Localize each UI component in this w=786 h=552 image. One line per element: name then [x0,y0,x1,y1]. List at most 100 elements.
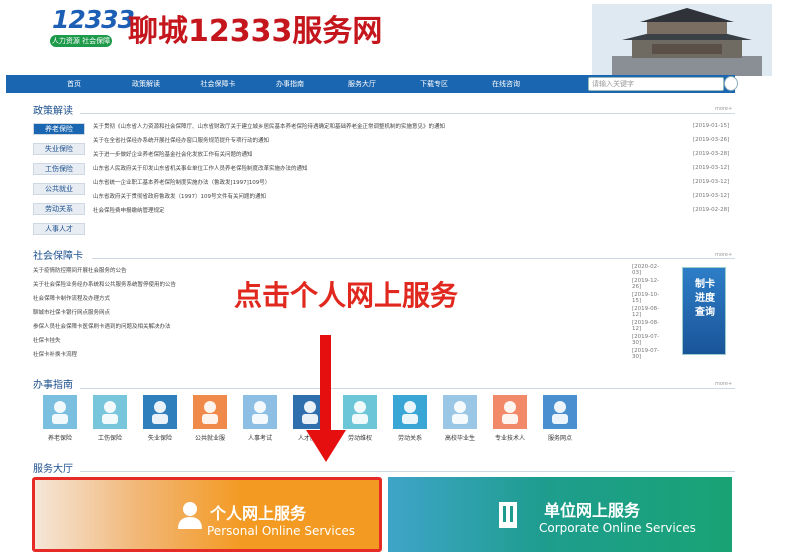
news-date: [2019-02-28] [693,207,730,213]
guide-item-label: 服务网点 [547,435,572,442]
card-section-title: 社会保障卡 [33,251,83,262]
corporate-online-service-button[interactable]: 单位网上服务 Corporate Online Services [388,477,732,552]
personal-online-service-button[interactable]: 个人网上服务 Personal Online Services [32,477,382,552]
building-icon [499,502,517,528]
divider [80,388,735,389]
guide-item-label: 失业保险 [147,435,172,442]
news-date: [2019-08-12] [632,306,660,318]
tab-personnel[interactable]: 人事人才 [33,223,85,235]
guide-item[interactable]: 服务网点 [540,395,580,442]
list-item[interactable]: 社会保险费申报缴纳管理规定 [2019-02-28] [93,203,733,217]
guide-item[interactable]: 高校毕业生 [440,395,480,442]
list-item[interactable]: 参保人员社会保障卡医保刷卡遇到的问题及相关解决办法 [2019-08-12] [33,319,668,333]
unemployment-icon [143,395,177,429]
logo-band: 人力资源 社会保障 [50,35,112,47]
news-date: [2019-08-12] [632,320,660,332]
news-date: [2019-10-15] [632,292,660,304]
logo-number: 12333 [52,5,135,34]
guide-item[interactable]: 公共就业服 [190,395,230,442]
guide-item-label: 工伤保险 [97,435,122,442]
tab-pension[interactable]: 养老保险 [33,123,85,135]
news-date: [2019-12-26] [632,278,660,290]
list-item[interactable]: 山东省统一企业职工基本养老保险制度实施办法（鲁政发[1997]109号） [201… [93,175,733,189]
guide-item-label: 专业技术人 [494,435,525,442]
news-date: [2019-01-15] [693,123,730,129]
nav-policy[interactable]: 政策解读 [110,79,182,89]
guide-item-label: 高校毕业生 [444,435,475,442]
news-title[interactable]: 社保卡挂失 [33,336,632,344]
search-icon[interactable] [724,76,738,91]
site-title: 聊城12333服务网 [128,14,383,49]
corporate-service-subtitle: Corporate Online Services [539,521,696,535]
main-nav: 首页 政策解读 社会保障卡 办事指南 服务大厅 下载专区 在线咨询 请输入关键字 [6,75,738,93]
list-item[interactable]: 社保卡挂失 [2019-07-30] [33,333,668,347]
tab-injury[interactable]: 工伤保险 [33,163,85,175]
corporate-service-title: 单位网上服务 [544,501,641,520]
divider [80,113,735,114]
card-progress-banner[interactable]: 制卡进度查询 [682,267,726,355]
briefcase-icon [193,395,227,429]
arrow-head-icon [306,430,346,462]
nav-card[interactable]: 社会保障卡 [182,79,254,89]
elderly-icon [43,395,77,429]
news-title[interactable]: 山东省人民政府关于印发山东省机关事业单位工作人员养老保险制度改革实施办法的通知 [93,164,693,172]
city-tower-image [592,4,772,76]
list-item[interactable]: 关于在全省社保经办系统开展社保经办窗口服务规范提升专项行动的通知 [2019-03… [93,133,733,147]
news-title[interactable]: 参保人员社会保障卡医保刷卡遇到的问题及相关解决办法 [33,322,632,330]
guide-item-label: 公共就业服 [194,435,225,442]
guide-item[interactable]: 专业技术人 [490,395,530,442]
header: 12333 人力资源 社会保障 聊城12333服务网 [0,0,786,76]
guide-item[interactable]: 工伤保险 [90,395,130,442]
nav-guide[interactable]: 办事指南 [254,79,326,89]
exam-icon [243,395,277,429]
outlet-icon [543,395,577,429]
news-title[interactable]: 社会保险费申报缴纳管理规定 [93,206,693,214]
list-item[interactable]: 关于进一步做好企业养老保险基金社会化发放工作有关问题的通知 [2019-03-28… [93,147,733,161]
guide-item-label: 养老保险 [47,435,72,442]
nav-home[interactable]: 首页 [38,79,110,89]
news-date: [2019-03-12] [693,165,730,171]
instruction-callout: 点击个人网上服务 [234,279,459,312]
news-date: [2020-02-03] [632,264,660,276]
news-title[interactable]: 关于贯彻《山东省人力资源和社会保障厅、山东省财政厅关于建立城乡居民基本养老保险待… [93,122,693,130]
guide-item[interactable]: 人事考试 [240,395,280,442]
guide-section-title: 办事指南 [33,380,73,391]
news-date: [2019-07-30] [632,348,660,360]
policy-more-link[interactable]: more+ [715,106,732,112]
news-title[interactable]: 关于在全省社保经办系统开展社保经办窗口服务规范提升专项行动的通知 [93,136,693,144]
tab-labor[interactable]: 劳动关系 [33,203,85,215]
list-item[interactable]: 社保卡补换卡流程 [2019-07-30] [33,347,668,361]
professional-icon [493,395,527,429]
news-date: [2019-03-12] [693,179,730,185]
guide-item[interactable]: 劳动关系 [390,395,430,442]
news-title[interactable]: 山东省统一企业职工基本养老保险制度实施办法（鲁政发[1997]109号） [93,178,693,186]
news-title[interactable]: 关于疫情防控期间开展社会服务的公告 [33,266,632,274]
guide-item[interactable]: 养老保险 [40,395,80,442]
nav-download[interactable]: 下载专区 [398,79,470,89]
hall-section-title: 服务大厅 [33,464,73,475]
divider [80,471,735,472]
relations-icon [393,395,427,429]
tab-employment[interactable]: 公共就业 [33,183,85,195]
tab-unemployment[interactable]: 失业保险 [33,143,85,155]
banner-text: 制卡进度查询 [695,279,715,318]
search-input[interactable]: 请输入关键字 [588,77,724,91]
list-item[interactable]: 山东省政府关于贯彻省政府鲁政发（1997）109号文件有关问题的通知 [2019-… [93,189,733,203]
guide-item-label: 劳动维权 [347,435,372,442]
news-date: [2019-03-26] [693,137,730,143]
injury-icon [93,395,127,429]
nav-consult[interactable]: 在线咨询 [470,79,542,89]
news-title[interactable]: 关于进一步做好企业养老保险基金社会化发放工作有关问题的通知 [93,150,693,158]
guide-item[interactable]: 劳动维权 [340,395,380,442]
divider [92,258,735,259]
guide-item[interactable]: 失业保险 [140,395,180,442]
nav-hall[interactable]: 服务大厅 [326,79,398,89]
news-title[interactable]: 山东省政府关于贯彻省政府鲁政发（1997）109号文件有关问题的通知 [93,192,693,200]
guide-more-link[interactable]: more+ [715,381,732,387]
site-logo[interactable]: 12333 人力资源 社会保障 [46,5,135,49]
list-item[interactable]: 山东省人民政府关于印发山东省机关事业单位工作人员养老保险制度改革实施办法的通知[… [93,161,733,175]
news-date: [2019-03-12] [693,193,730,199]
guide-item-label: 人事考试 [247,435,272,442]
list-item[interactable]: 关于贯彻《山东省人力资源和社会保障厅、山东省财政厅关于建立城乡居民基本养老保险待… [93,119,733,133]
news-title[interactable]: 社保卡补换卡流程 [33,350,632,358]
